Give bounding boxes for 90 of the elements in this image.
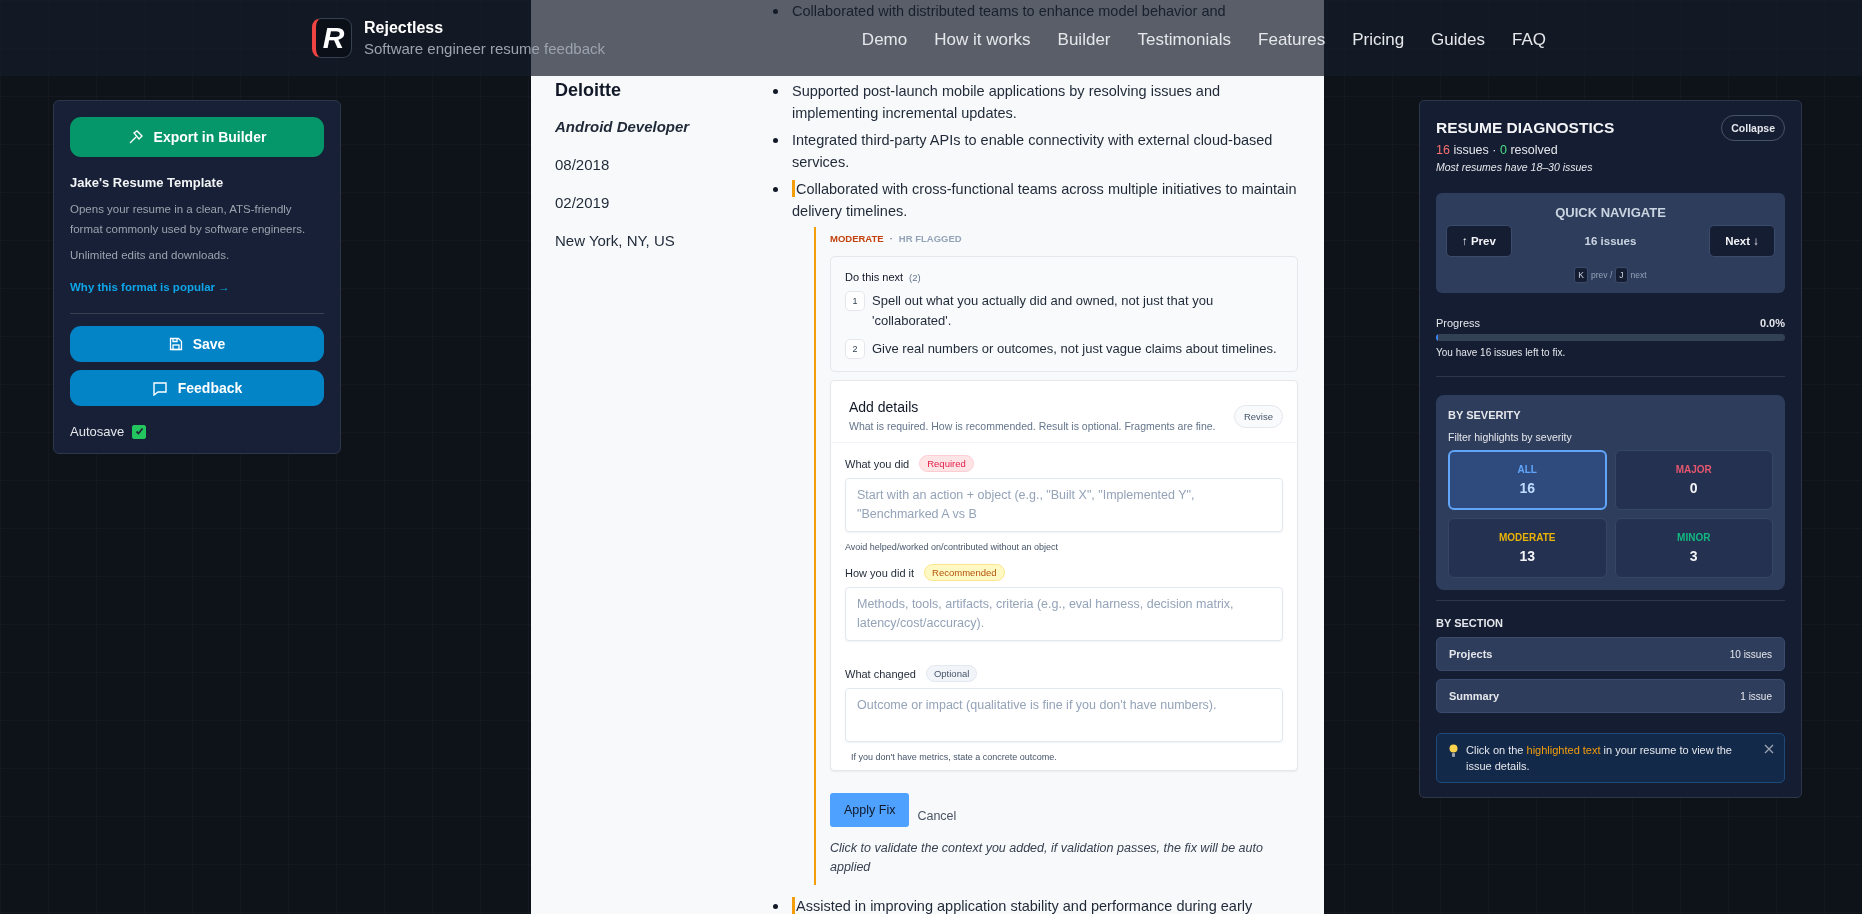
cancel-link[interactable]: Cancel: [917, 809, 957, 823]
export-button[interactable]: Export in Builder: [70, 117, 324, 157]
field-tag: Required: [919, 455, 974, 472]
progress-label: Progress: [1436, 317, 1481, 329]
field-hint: If you don't have metrics, state a concrete outcome.: [850, 752, 1058, 762]
autosave-label: Autosave: [70, 424, 125, 440]
progress-message: You have 16 issues left to fix.: [1436, 347, 1567, 358]
details-title: Add details: [849, 399, 920, 415]
field-label: How you did it: [845, 566, 915, 579]
steps-title: Do this next: [845, 271, 904, 283]
bullet-icon: [773, 904, 778, 909]
step-text: Spell out what you actually did and owned, not just that you 'collaborated'.: [872, 292, 1215, 330]
bullet-text: Supported post-launch mobile applications by resolving issues and implementing incremental updates.: [792, 82, 1221, 123]
shortcut-label: prev /: [1591, 270, 1613, 280]
field-label: What changed: [845, 667, 916, 680]
separator: ·: [889, 233, 893, 244]
logo[interactable]: R: [312, 18, 352, 58]
lightbulb-icon: [1449, 744, 1458, 758]
bullet-text: Collaborated with distributed teams to enhance model behavior and: [792, 2, 1227, 21]
bullet-icon: [773, 138, 778, 143]
input-field[interactable]: Outcome or impact (qualitative is fine if you don't have numbers).: [845, 688, 1283, 742]
panel-title: RESUME DIAGNOSTICS: [1436, 119, 1615, 137]
nav-link[interactable]: Testimonials: [1137, 30, 1232, 50]
severity-label: MODERATE: [830, 233, 884, 244]
field-label: What you did: [845, 457, 910, 470]
next-button[interactable]: Next ↓: [1709, 225, 1775, 257]
step-text: Give real numbers or outcomes, not just vague claims about timelines.: [872, 340, 1277, 358]
input-field[interactable]: Start with an action + object (e.g., "Built X", "Implemented Y", "Benchmarked A vs B: [845, 478, 1283, 532]
format-link[interactable]: Why this format is popular →: [70, 281, 230, 294]
bullet-text[interactable]: Collaborated with cross-functional teams across multiple initiatives to maintain delivery timelines.: [792, 178, 1300, 222]
template-note: Unlimited edits and downloads.: [70, 249, 231, 262]
job-location: New York, NY, US: [555, 232, 676, 249]
progress-value: 0.0%: [1759, 317, 1785, 329]
severity-filter[interactable]: MINOR 3: [1614, 518, 1773, 578]
key-cap: J: [1615, 267, 1628, 283]
field-tag: Recommended: [924, 564, 1005, 581]
nav-link[interactable]: Builder: [1057, 30, 1111, 50]
severity-filter[interactable]: ALL 16: [1448, 450, 1607, 510]
hammer-icon: [127, 129, 144, 145]
steps-count: (2): [909, 272, 921, 283]
template-title: Jake's Resume Template: [70, 175, 225, 190]
section-filter[interactable]: Projects 10 issues: [1436, 637, 1785, 671]
bullet-icon: [773, 89, 778, 94]
save-button[interactable]: Save: [70, 326, 324, 363]
checkmark-icon: [134, 427, 144, 437]
section-filter[interactable]: Summary 1 issue: [1436, 679, 1785, 713]
company-name: Deloitte: [555, 80, 622, 101]
bullet-text[interactable]: Assisted in improving application stability and performance during early: [792, 895, 1300, 914]
shortcut-label: next: [1630, 270, 1647, 280]
nav-link[interactable]: Guides: [1431, 30, 1485, 50]
feedback-button[interactable]: Feedback: [70, 370, 324, 407]
brand-name: Rejectless: [364, 19, 445, 37]
flag-label: HR FLAGGED: [898, 233, 962, 244]
input-field[interactable]: Methods, tools, artifacts, criteria (e.g., eval harness, decision matrix, latency/cost/accuracy).: [845, 587, 1283, 641]
template-description: Opens your resume in a clean, ATS-friendly format commonly used by software engineers.: [70, 202, 307, 237]
bullet-icon: [773, 187, 778, 192]
key-cap: K: [1574, 267, 1589, 283]
apply-note: Click to validate the context you added, if validation passes, the fix will be auto applied: [830, 840, 1264, 876]
issue-summary: 16 issues · 0 resolved: [1436, 143, 1559, 157]
benchmark-note: Most resumes have 18–30 issues: [1436, 161, 1594, 173]
section-subtitle: Filter highlights by severity: [1448, 431, 1573, 443]
autosave-checkbox[interactable]: [132, 424, 147, 439]
section-title: BY SECTION: [1436, 617, 1505, 629]
issue-count: 16 issues: [1583, 235, 1638, 247]
revise-button[interactable]: Revise: [1233, 405, 1283, 428]
details-subtitle: What is required. How is recommended. Result is optional. Fragments are fine.: [849, 419, 1216, 434]
section-title: QUICK NAVIGATE: [1555, 205, 1666, 220]
nav-link[interactable]: How it works: [934, 30, 1031, 50]
prev-button[interactable]: ↑ Prev: [1446, 225, 1512, 257]
bullet-text: Integrated third-party APIs to enable connectivity with external cloud-based services.: [792, 131, 1274, 172]
step-number: 2: [845, 339, 865, 359]
apply-fix-button[interactable]: Apply Fix: [830, 793, 910, 827]
field-hint: Avoid helped/worked on/contributed without an object: [845, 542, 1059, 552]
nav-link[interactable]: FAQ: [1512, 30, 1546, 50]
section-title: BY SEVERITY: [1448, 409, 1522, 421]
end-date: 02/2019: [555, 194, 611, 211]
nav-link[interactable]: Features: [1258, 30, 1326, 50]
tagline: Software engineer resume feedback: [364, 40, 605, 57]
nav-link[interactable]: Demo: [861, 30, 908, 50]
field-tag: Optional: [925, 665, 978, 682]
save-icon: [168, 337, 183, 352]
chat-bubble-icon: [151, 380, 168, 396]
close-icon[interactable]: [1764, 744, 1774, 754]
start-date: 08/2018: [555, 156, 611, 173]
nav-link[interactable]: Pricing: [1352, 30, 1405, 50]
tip-text: Click on the highlighted text in your resume to view the issue details.: [1466, 743, 1733, 774]
severity-filter[interactable]: MODERATE 13: [1448, 518, 1607, 578]
job-title: Android Developer: [555, 118, 691, 135]
step-number: 1: [845, 291, 865, 311]
severity-filter[interactable]: MAJOR 0: [1614, 450, 1773, 510]
